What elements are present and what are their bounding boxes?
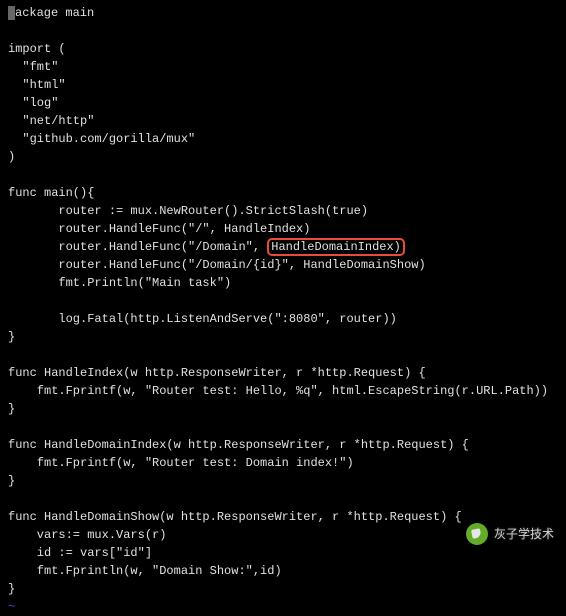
- code-line: fmt.Println("Main task"): [8, 274, 558, 292]
- code-line: ackage main: [8, 4, 558, 22]
- code-line: [8, 292, 558, 310]
- code-line: router.HandleFunc("/Domain/{id}", Handle…: [8, 256, 558, 274]
- code-line: }: [8, 472, 558, 490]
- code-line: "fmt": [8, 58, 558, 76]
- code-line: id := vars["id"]: [8, 544, 558, 562]
- code-line: [8, 346, 558, 364]
- cursor: [8, 6, 15, 20]
- code-line: log.Fatal(http.ListenAndServe(":8080", r…: [8, 310, 558, 328]
- code-line: "log": [8, 94, 558, 112]
- code-line: router.HandleFunc("/Domain", HandleDomai…: [8, 238, 558, 256]
- code-line: "github.com/gorilla/mux": [8, 130, 558, 148]
- code-line: fmt.Fprintf(w, "Router test: Domain inde…: [8, 454, 558, 472]
- code-line: fmt.Fprintln(w, "Domain Show:",id): [8, 562, 558, 580]
- code-line: }: [8, 328, 558, 346]
- code-line: router := mux.NewRouter().StrictSlash(tr…: [8, 202, 558, 220]
- watermark: 灰子学技术: [466, 523, 554, 545]
- code-line: [8, 166, 558, 184]
- code-line: func main(){: [8, 184, 558, 202]
- code-line: }: [8, 400, 558, 418]
- code-line: "html": [8, 76, 558, 94]
- empty-line-marker: ~: [8, 598, 558, 616]
- code-line: [8, 22, 558, 40]
- watermark-label: 灰子学技术: [494, 525, 554, 543]
- code-line: func HandleIndex(w http.ResponseWriter, …: [8, 364, 558, 382]
- wechat-icon: [466, 523, 488, 545]
- highlight-annotation: HandleDomainIndex): [267, 238, 405, 256]
- code-line: ): [8, 148, 558, 166]
- code-line: fmt.Fprintf(w, "Router test: Hello, %q",…: [8, 382, 558, 400]
- code-line: import (: [8, 40, 558, 58]
- code-line: [8, 490, 558, 508]
- code-line: [8, 418, 558, 436]
- code-line: func HandleDomainIndex(w http.ResponseWr…: [8, 436, 558, 454]
- code-line: "net/http": [8, 112, 558, 130]
- code-line: }: [8, 580, 558, 598]
- code-line: router.HandleFunc("/", HandleIndex): [8, 220, 558, 238]
